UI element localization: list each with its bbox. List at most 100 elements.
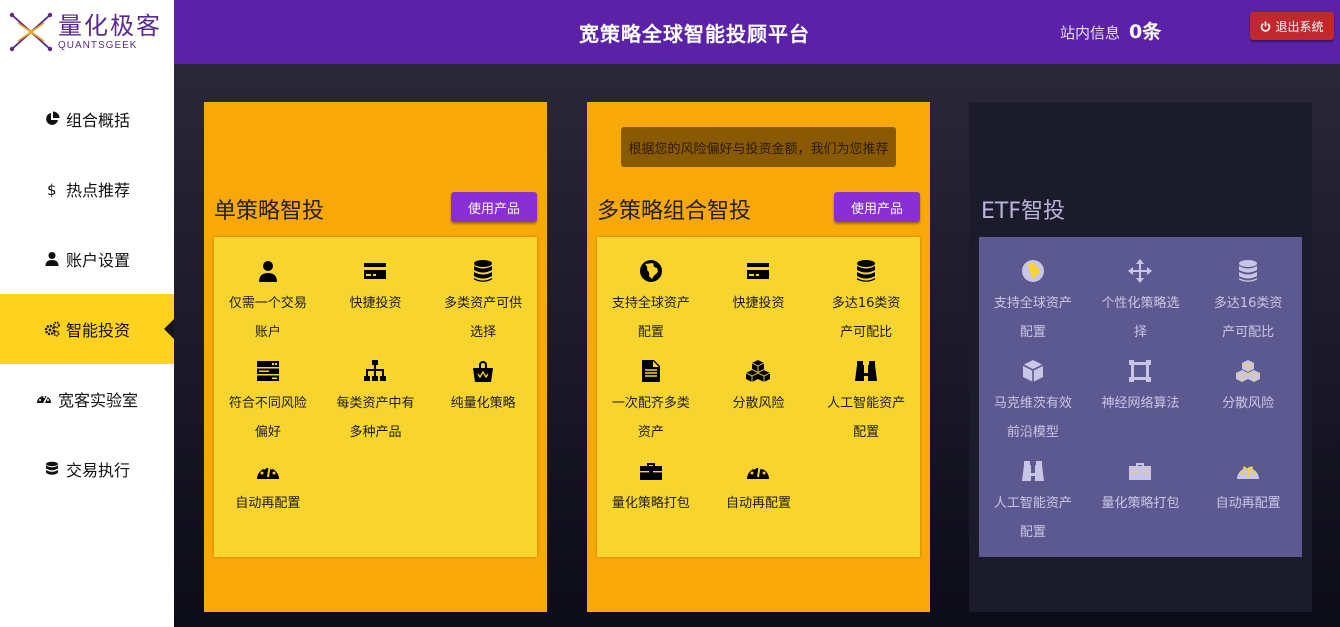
card-title: 单策略智投 <box>214 199 325 224</box>
feature-label: 人工智能资产配置 <box>993 496 1072 540</box>
feature-item: 每类资产中有多种产品 <box>322 359 430 459</box>
file-icon <box>639 359 663 383</box>
globe-icon <box>1021 259 1045 283</box>
recommendation-tooltip: 根据您的风险偏好与投资金额，我们为您推荐 <box>621 127 896 167</box>
feature-item: 纯量化策略 <box>429 359 537 459</box>
feature-label: 量化策略打包 <box>1101 496 1180 511</box>
feature-item: 快捷投资 <box>705 259 813 359</box>
feature-label: 人工智能资产配置 <box>827 396 906 440</box>
card-title: 多策略组合智投 <box>597 199 752 224</box>
feature-item: 一次配齐多类资产 <box>597 359 705 459</box>
sidebar-item-label: 热点推荐 <box>65 181 130 200</box>
feature-label: 马克维茨有效前沿模型 <box>993 396 1072 440</box>
user-icon <box>256 259 280 283</box>
logo-mark-icon <box>9 12 53 52</box>
feature-label: 支持全球资产配置 <box>993 296 1072 340</box>
sidebar-item-label: 交易执行 <box>65 461 130 480</box>
sidebar-item-account-settings[interactable]: 账户设置 <box>0 224 174 294</box>
dashboard-icon <box>256 459 280 483</box>
credit-card-icon <box>363 259 387 283</box>
feature-item: 快捷投资 <box>322 259 430 359</box>
feature-label: 分散风险 <box>732 396 785 411</box>
card-title: ETF智投 <box>981 199 1065 224</box>
sidebar-item-label: 智能投资 <box>65 321 130 340</box>
feature-label: 自动再配置 <box>725 496 791 511</box>
feature-item: 支持全球资产配置 <box>979 259 1087 359</box>
sidebar: 量化极客 QUANTSGEEK 组合概括 $ 热点推荐 账户设置 智能投资 宽客… <box>0 0 174 627</box>
sidebar-item-quant-lab[interactable]: 宽客实验室 <box>0 364 174 434</box>
database-icon <box>854 259 878 283</box>
feature-item: 多达16类资产可配比 <box>1194 259 1302 359</box>
vector-icon <box>1128 359 1152 383</box>
feature-label: 快捷投资 <box>732 296 785 311</box>
use-product-button[interactable]: 使用产品 <box>834 192 920 222</box>
briefcase-icon <box>639 459 663 483</box>
svg-text:$: $ <box>47 181 57 197</box>
sidebar-nav: 组合概括 $ 热点推荐 账户设置 智能投资 宽客实验室 交易执行 <box>0 84 174 504</box>
logo-en: QUANTSGEEK <box>58 40 138 51</box>
shopping-bag-icon <box>471 359 495 383</box>
sidebar-item-hot-recommend[interactable]: $ 热点推荐 <box>0 154 174 224</box>
header: 宽策略全球智能投顾平台 站内信息 0条 退出系统 <box>174 0 1340 64</box>
feature-item: 人工智能资产配置 <box>979 459 1087 559</box>
cubes-icon <box>1236 359 1260 383</box>
feature-item: 量化策略打包 <box>597 459 705 559</box>
message-count[interactable]: 0条 <box>1129 17 1161 44</box>
feature-list: 支持全球资产配置 快捷投资 多达16类资产可配比 一次配齐多类资产 分散风险 人… <box>597 237 920 557</box>
feature-label: 一次配齐多类资产 <box>611 396 690 440</box>
sidebar-item-portfolio-overview[interactable]: 组合概括 <box>0 84 174 154</box>
main-content: 单策略智投 使用产品 仅需一个交易账户 快捷投资 多类资产可供选择 符合不同风险… <box>174 64 1340 627</box>
binoculars-icon <box>1021 459 1045 483</box>
sidebar-item-label: 组合概括 <box>65 111 130 130</box>
globe-icon <box>639 259 663 283</box>
feature-item: 自动再配置 <box>705 459 813 559</box>
database-icon <box>1236 259 1260 283</box>
logout-button[interactable]: 退出系统 <box>1250 12 1334 40</box>
feature-label: 多类资产可供选择 <box>444 296 523 340</box>
feature-item: 量化策略打包 <box>1087 459 1195 559</box>
feature-label: 神经网络算法 <box>1101 396 1180 411</box>
feature-item: 自动再配置 <box>214 459 322 559</box>
feature-label: 量化策略打包 <box>611 496 690 511</box>
feature-item: 符合不同风险偏好 <box>214 359 322 459</box>
binoculars-icon <box>854 359 878 383</box>
dashboard-icon <box>1236 459 1260 483</box>
message-label[interactable]: 站内信息 <box>1060 22 1120 43</box>
feature-list: 支持全球资产配置 个性化策略选择 多达16类资产可配比 马克维茨有效前沿模型 神… <box>979 237 1302 557</box>
gears-icon <box>44 321 60 337</box>
feature-label: 分散风险 <box>1222 396 1275 411</box>
database-icon <box>45 461 58 475</box>
dashboard-icon <box>36 396 51 404</box>
feature-item: 仅需一个交易账户 <box>214 259 322 359</box>
feature-item: 多类资产可供选择 <box>429 259 537 359</box>
logout-label: 退出系统 <box>1275 19 1324 34</box>
card-etf: ETF智投 支持全球资产配置 个性化策略选择 多达16类资产可配比 马克维茨有效… <box>969 102 1312 612</box>
feature-label: 自动再配置 <box>235 496 301 511</box>
feature-label: 多达16类资产可配比 <box>831 296 901 340</box>
feature-list: 仅需一个交易账户 快捷投资 多类资产可供选择 符合不同风险偏好 每类资产中有多种… <box>214 237 537 557</box>
use-product-button[interactable]: 使用产品 <box>451 192 537 222</box>
sidebar-item-label: 账户设置 <box>65 251 130 270</box>
cube-icon <box>1021 359 1045 383</box>
cubes-icon <box>746 359 770 383</box>
power-icon <box>1261 20 1271 32</box>
briefcase-icon <box>1128 459 1152 483</box>
logo[interactable]: 量化极客 QUANTSGEEK <box>0 0 174 64</box>
feature-item: 分散风险 <box>1194 359 1302 459</box>
sidebar-item-smart-invest[interactable]: 智能投资 <box>0 294 174 364</box>
pie-chart-icon <box>46 111 60 125</box>
database-icon <box>471 259 495 283</box>
page-title: 宽策略全球智能投顾平台 <box>579 22 810 46</box>
credit-card-icon <box>746 259 770 283</box>
feature-item: 人工智能资产配置 <box>812 359 920 459</box>
card-single-strategy: 单策略智投 使用产品 仅需一个交易账户 快捷投资 多类资产可供选择 符合不同风险… <box>204 102 547 612</box>
feature-label: 个性化策略选择 <box>1101 296 1180 340</box>
dollar-icon: $ <box>47 181 57 197</box>
server-icon <box>256 359 280 383</box>
card-multi-strategy: 根据您的风险偏好与投资金额，我们为您推荐 多策略组合智投 使用产品 支持全球资产… <box>587 102 930 612</box>
sitemap-icon <box>363 359 387 383</box>
sidebar-item-trade-execution[interactable]: 交易执行 <box>0 434 174 504</box>
feature-label: 自动再配置 <box>1215 496 1281 511</box>
feature-label: 符合不同风险偏好 <box>228 396 307 440</box>
feature-label: 仅需一个交易账户 <box>228 296 307 340</box>
